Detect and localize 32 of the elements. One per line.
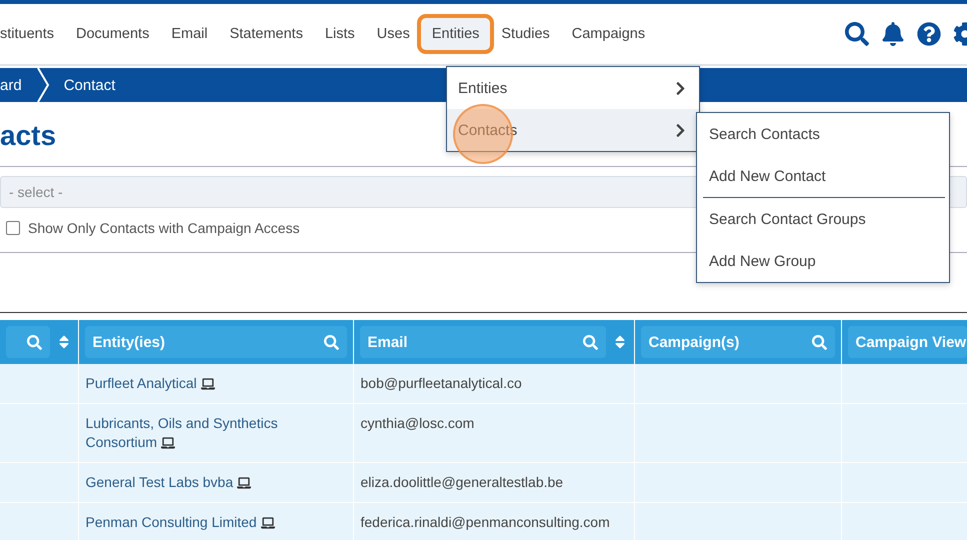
nav-link[interactable]: Documents — [65, 18, 160, 50]
laptop-icon — [237, 476, 252, 490]
nav-link[interactable]: Uses — [366, 18, 421, 50]
submenu-item[interactable]: Add New Group — [697, 240, 949, 282]
menu-item[interactable]: Entities — [447, 67, 699, 109]
breadcrumb-link[interactable]: ard — [0, 76, 36, 94]
nav-link[interactable]: Campaigns — [560, 18, 656, 50]
email-text: federica.rinaldi@penmanconsulting.com — [360, 514, 610, 530]
nav-link[interactable]: Email — [160, 18, 219, 50]
nav-link[interactable]: Lists — [314, 18, 366, 50]
chevron-separator-icon — [36, 68, 50, 102]
breadcrumb-link[interactable]: Contact — [50, 76, 130, 94]
checkbox[interactable] — [6, 221, 20, 235]
laptop-icon — [260, 516, 275, 530]
nav-link[interactable]: Entities — [420, 18, 490, 50]
column-title: Campaign View — [856, 334, 966, 350]
search-icon[interactable] — [845, 22, 869, 46]
laptop-icon — [160, 436, 175, 450]
nav-link[interactable]: Studies — [490, 18, 561, 50]
column-title: Campaign(s) — [648, 334, 740, 350]
nav-link[interactable]: stituents — [0, 18, 65, 50]
column-title: Email — [368, 334, 408, 350]
email-text: bob@purfleetanalytical.co — [360, 375, 522, 391]
submenu-item[interactable]: Search Contacts — [697, 113, 949, 155]
column-title: Entity(ies) — [92, 334, 166, 350]
checkbox-label: Show Only Contacts with Campaign Access — [28, 220, 300, 236]
help-icon[interactable] — [917, 22, 941, 46]
nav-link[interactable]: Statements — [218, 18, 314, 50]
email-text: eliza.doolittle@generaltestlab.be — [360, 474, 564, 490]
bell-icon[interactable] — [881, 22, 905, 46]
email-text: cynthia@losc.com — [360, 415, 474, 431]
laptop-icon — [200, 377, 215, 392]
